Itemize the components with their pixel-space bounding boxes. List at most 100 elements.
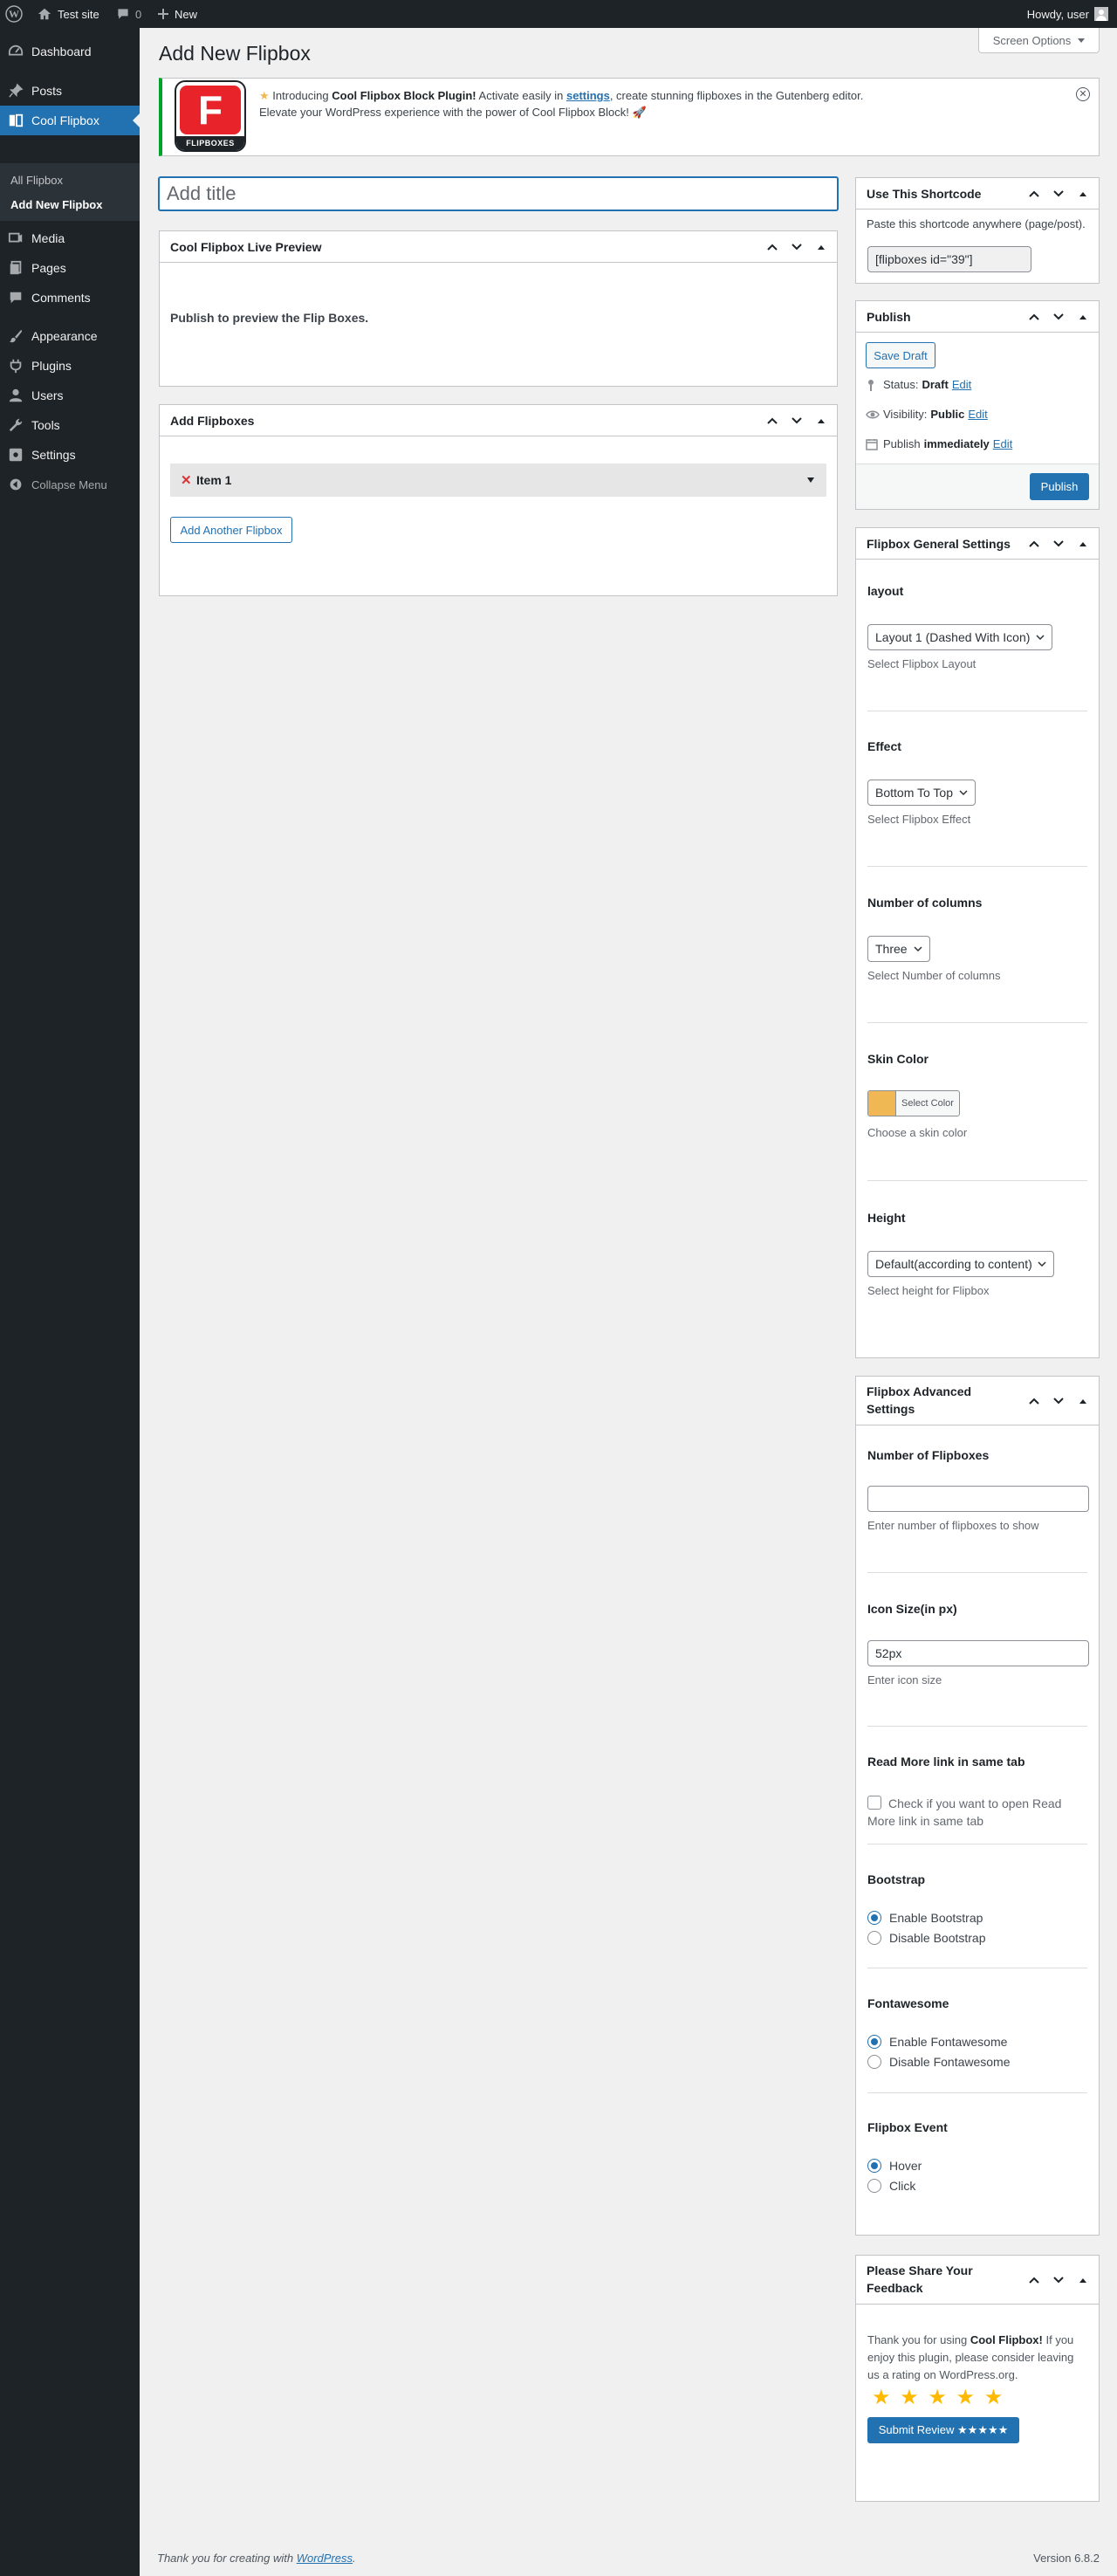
- publish-button[interactable]: Publish: [1030, 473, 1089, 500]
- move-down-icon[interactable]: [786, 237, 807, 258]
- remove-item-icon[interactable]: ✕: [181, 472, 192, 488]
- site-name-link[interactable]: Test site: [37, 0, 99, 28]
- read-more-checkbox[interactable]: [867, 1796, 881, 1810]
- edit-visibility-link[interactable]: Edit: [968, 408, 987, 421]
- sidebar-item-comments[interactable]: Comments: [0, 283, 140, 313]
- footer-version: Version 6.8.2: [1033, 2552, 1100, 2565]
- toggle-panel-icon[interactable]: [811, 237, 832, 258]
- move-up-icon[interactable]: [1024, 183, 1045, 204]
- move-down-icon[interactable]: [1048, 1391, 1069, 1412]
- sidebar-item-users[interactable]: Users: [0, 381, 140, 410]
- sidebar-item-pages[interactable]: Pages: [0, 253, 140, 283]
- wordpress-logo-icon[interactable]: W: [5, 0, 23, 28]
- skin-color-picker[interactable]: Select Color: [867, 1090, 960, 1116]
- enable-fontawesome-radio[interactable]: Enable Fontawesome: [867, 2035, 1007, 2049]
- move-up-icon[interactable]: [1024, 2270, 1045, 2291]
- move-up-icon[interactable]: [1024, 306, 1045, 327]
- sidebar-item-cool-flipbox[interactable]: Cool Flipbox: [0, 106, 140, 135]
- collapse-menu-button[interactable]: Collapse Menu: [0, 473, 140, 496]
- effect-select[interactable]: Bottom To Top: [867, 780, 976, 806]
- read-more-label: Read More link in same tab: [867, 1755, 1025, 1769]
- toggle-panel-icon[interactable]: [1072, 533, 1093, 554]
- notice-settings-link[interactable]: settings: [566, 89, 610, 102]
- status-row: Status: Draft Edit: [866, 378, 971, 391]
- height-label: Height: [867, 1211, 906, 1225]
- move-down-icon[interactable]: [1048, 306, 1069, 327]
- notice-line-1: ★ Introducing Cool Flipbox Block Plugin!…: [259, 89, 864, 102]
- height-select[interactable]: Default(according to content): [867, 1251, 1054, 1277]
- rating-stars[interactable]: ★ ★ ★ ★ ★: [872, 2387, 1004, 2408]
- media-icon: [0, 230, 31, 246]
- flipbox-item-row[interactable]: ✕ Item 1: [170, 464, 826, 497]
- toggle-panel-icon[interactable]: [1072, 183, 1093, 204]
- screen-options-button[interactable]: Screen Options: [978, 28, 1100, 53]
- sidebar-item-posts[interactable]: Posts: [0, 76, 140, 106]
- advanced-settings-title: Flipbox Advanced Settings: [867, 1384, 972, 1416]
- toggle-panel-icon[interactable]: [1072, 1391, 1093, 1412]
- post-title-input[interactable]: [159, 177, 838, 210]
- skin-color-desc: Choose a skin color: [867, 1126, 968, 1139]
- move-up-icon[interactable]: [762, 410, 783, 431]
- layout-select[interactable]: Layout 1 (Dashed With Icon): [867, 624, 1052, 650]
- admin-bar: W Test site 0 New Howdy, user: [0, 0, 1117, 28]
- general-settings-box: Flipbox General Settings layout Layout 1…: [855, 527, 1100, 1358]
- edit-publish-date-link[interactable]: Edit: [993, 437, 1012, 450]
- move-down-icon[interactable]: [1048, 533, 1069, 554]
- move-up-icon[interactable]: [1024, 533, 1045, 554]
- disable-fontawesome-radio[interactable]: Disable Fontawesome: [867, 2055, 1011, 2069]
- flipboxes-logo: F FLIPBOXES: [175, 80, 246, 152]
- preview-message: Publish to preview the Flip Boxes.: [170, 311, 369, 325]
- new-label: New: [175, 7, 198, 21]
- live-preview-box: Cool Flipbox Live Preview Publish to pre…: [159, 230, 838, 387]
- wordpress-link[interactable]: WordPress: [297, 2552, 353, 2565]
- shortcode-field[interactable]: [flipboxes id="39"]: [867, 246, 1031, 272]
- settings-icon: [0, 447, 31, 463]
- my-account-link[interactable]: Howdy, user: [1027, 0, 1108, 28]
- columns-select[interactable]: Three: [867, 936, 930, 962]
- submenu-add-new-flipbox[interactable]: Add New Flipbox: [10, 198, 102, 211]
- pin-icon: [866, 379, 883, 391]
- comments-link[interactable]: 0: [116, 0, 141, 28]
- toggle-panel-icon[interactable]: [1072, 306, 1093, 327]
- sidebar-item-settings[interactable]: Settings: [0, 440, 140, 470]
- publish-title: Publish: [867, 309, 911, 324]
- toggle-panel-icon[interactable]: [1072, 2270, 1093, 2291]
- edit-status-link[interactable]: Edit: [952, 378, 971, 391]
- publish-box: Publish Save Draft Status: Draft Edit Visi…: [855, 300, 1100, 510]
- hover-event-radio[interactable]: Hover: [867, 2159, 922, 2173]
- enable-bootstrap-radio[interactable]: Enable Bootstrap: [867, 1911, 983, 1925]
- notice-line-2: Elevate your WordPress experience with t…: [259, 106, 647, 119]
- disable-bootstrap-radio[interactable]: Disable Bootstrap: [867, 1931, 986, 1945]
- click-event-radio[interactable]: Click: [867, 2179, 915, 2193]
- icon-size-input[interactable]: 52px: [867, 1640, 1089, 1666]
- move-up-icon[interactable]: [1024, 1391, 1045, 1412]
- visibility-row: Visibility: Public Edit: [866, 408, 988, 421]
- move-down-icon[interactable]: [1048, 183, 1069, 204]
- general-settings-title: Flipbox General Settings: [867, 536, 1011, 551]
- expand-item-icon[interactable]: [807, 477, 814, 483]
- sidebar-item-tools[interactable]: Tools: [0, 410, 140, 440]
- shortcode-box: Use This Shortcode Paste this shortcode …: [855, 177, 1100, 284]
- move-down-icon[interactable]: [1048, 2270, 1069, 2291]
- sidebar-item-appearance[interactable]: Appearance: [0, 321, 140, 351]
- add-flipboxes-box: Add Flipboxes ✕ Item 1 Add Another Flipb…: [159, 404, 838, 596]
- sidebar-item-plugins[interactable]: Plugins: [0, 351, 140, 381]
- sidebar-item-dashboard[interactable]: Dashboard: [0, 37, 140, 66]
- eye-icon: [866, 409, 883, 420]
- submenu-all-flipbox[interactable]: All Flipbox: [10, 174, 63, 187]
- num-flipboxes-input[interactable]: [867, 1486, 1089, 1512]
- save-draft-button[interactable]: Save Draft: [866, 342, 935, 368]
- dismiss-notice-button[interactable]: ✕: [1076, 87, 1090, 101]
- new-content-link[interactable]: New: [157, 0, 197, 28]
- collapse-arrow-icon: [0, 477, 31, 491]
- divider: [867, 1180, 1087, 1181]
- add-another-flipbox-button[interactable]: Add Another Flipbox: [170, 517, 292, 543]
- move-up-icon[interactable]: [762, 237, 783, 258]
- pages-icon: [0, 260, 31, 276]
- num-flipboxes-label: Number of Flipboxes: [867, 1448, 990, 1462]
- move-down-icon[interactable]: [786, 410, 807, 431]
- submit-review-button[interactable]: Submit Review ★★★★★: [867, 2417, 1019, 2443]
- sidebar-item-media[interactable]: Media: [0, 223, 140, 253]
- star-icon: ★: [259, 89, 270, 102]
- toggle-panel-icon[interactable]: [811, 410, 832, 431]
